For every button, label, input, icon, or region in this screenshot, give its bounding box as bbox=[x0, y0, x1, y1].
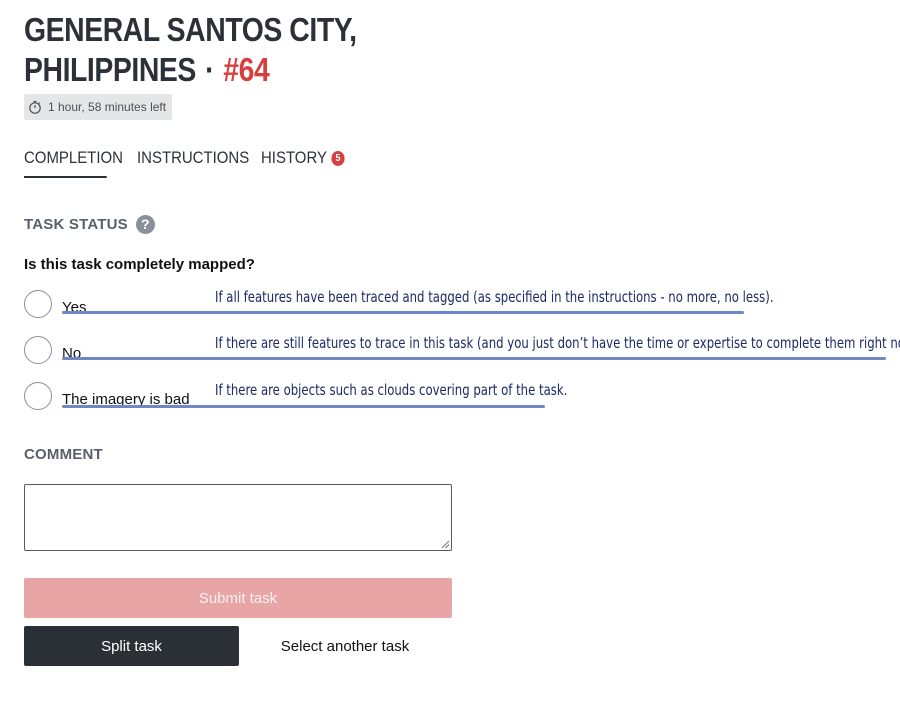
title-separator: · bbox=[205, 51, 215, 88]
annotation-underline-bad-imagery bbox=[62, 405, 545, 408]
tab-completion-label: COMPLETION bbox=[24, 148, 123, 167]
radio-yes[interactable] bbox=[24, 290, 52, 318]
title-location: PHILIPPINES bbox=[24, 51, 196, 88]
annotation-yes: If all features have been traced and tag… bbox=[215, 288, 774, 306]
resize-grip-icon[interactable] bbox=[441, 540, 449, 548]
task-number: #64 bbox=[223, 51, 270, 88]
comment-textarea[interactable] bbox=[24, 484, 452, 551]
select-another-task-link[interactable]: Select another task bbox=[260, 626, 430, 666]
stopwatch-icon bbox=[29, 100, 41, 114]
task-status-label: TASK STATUS bbox=[24, 216, 128, 233]
history-count-badge: 5 bbox=[331, 151, 345, 166]
time-left-badge: 1 hour, 58 minutes left bbox=[24, 94, 173, 120]
tab-history-label: HISTORY bbox=[261, 148, 327, 167]
title-line-1: GENERAL SANTOS CITY, bbox=[24, 11, 357, 48]
task-status-heading: TASK STATUS ? bbox=[24, 215, 155, 234]
annotation-bad-imagery: If there are objects such as clouds cove… bbox=[215, 381, 568, 399]
comment-label: COMMENT bbox=[24, 446, 103, 463]
annotation-underline-no bbox=[62, 357, 886, 360]
radio-bad-imagery[interactable] bbox=[24, 382, 52, 410]
time-left-text: 1 hour, 58 minutes left bbox=[48, 100, 167, 114]
submit-task-button[interactable]: Submit task bbox=[24, 578, 452, 618]
title-line-2: PHILIPPINES · #64 bbox=[24, 50, 357, 90]
tab-instructions-label: INSTRUCTIONS bbox=[137, 148, 250, 167]
tab-history[interactable]: HISTORY 5 bbox=[261, 146, 345, 176]
tab-completion[interactable]: COMPLETION bbox=[24, 146, 123, 178]
annotation-no: If there are still features to trace in … bbox=[215, 334, 900, 352]
radio-no[interactable] bbox=[24, 336, 52, 364]
tab-instructions[interactable]: INSTRUCTIONS bbox=[137, 146, 249, 176]
option-no: No bbox=[24, 333, 81, 367]
annotation-underline-yes bbox=[62, 311, 744, 314]
completion-question: Is this task completely mapped? bbox=[24, 256, 255, 273]
split-task-button[interactable]: Split task bbox=[24, 626, 239, 666]
question-circle-icon[interactable]: ? bbox=[135, 215, 155, 234]
page-title: GENERAL SANTOS CITY, PHILIPPINES · #64 bbox=[24, 10, 357, 90]
option-yes: Yes bbox=[24, 287, 86, 321]
